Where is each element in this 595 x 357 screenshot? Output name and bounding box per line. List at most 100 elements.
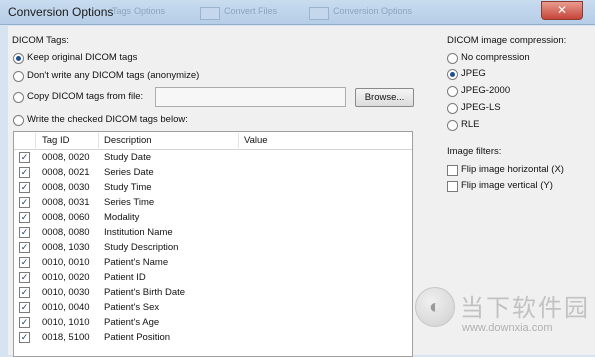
- radio-button[interactable]: [447, 86, 458, 97]
- close-icon: ✕: [556, 3, 568, 17]
- column-divider: [35, 133, 36, 148]
- checkbox-label[interactable]: Flip image vertical (Y): [461, 180, 553, 191]
- watermark: ◐ 当下软件园 www.downxia.com: [410, 282, 595, 355]
- background-menu-text: Conversion Options: [333, 6, 413, 16]
- window-title: Conversion Options: [8, 5, 114, 19]
- background-toolbar-icon: [309, 7, 329, 20]
- table-row[interactable]: ✓ 0008, 0031 Series Time: [14, 195, 412, 210]
- tag-id-cell: 0010, 0040: [42, 302, 90, 313]
- table-row[interactable]: ✓ 0008, 0020 Study Date: [14, 150, 412, 165]
- row-checkbox[interactable]: ✓: [19, 152, 30, 163]
- row-checkbox[interactable]: ✓: [19, 167, 30, 178]
- table-row[interactable]: ✓ 0008, 0021 Series Date: [14, 165, 412, 180]
- column-divider: [98, 133, 99, 148]
- watermark-site-name: 当下软件园: [460, 295, 590, 322]
- table-row[interactable]: ✓ 0008, 0060 Modality: [14, 210, 412, 225]
- row-checkbox[interactable]: ✓: [19, 212, 30, 223]
- table-row[interactable]: ✓ 0010, 0030 Patient's Birth Date: [14, 285, 412, 300]
- dicom-tags-table[interactable]: Tag ID Description Value ✓ 0008, 0020 Stud…: [13, 131, 413, 357]
- row-checkbox[interactable]: ✓: [19, 197, 30, 208]
- table-row[interactable]: ✓ 0010, 0020 Patient ID: [14, 270, 412, 285]
- description-cell: Modality: [104, 212, 140, 223]
- row-checkbox[interactable]: ✓: [19, 227, 30, 238]
- radio-label[interactable]: Don't write any DICOM tags (anonymize): [27, 70, 199, 81]
- copy-tags-file-input[interactable]: [155, 87, 346, 107]
- tag-id-cell: 0010, 0010: [42, 257, 90, 268]
- column-divider: [238, 133, 239, 148]
- radio-label[interactable]: RLE: [461, 119, 479, 130]
- table-row[interactable]: ✓ 0010, 0040 Patient's Sex: [14, 300, 412, 315]
- radio-label[interactable]: JPEG: [461, 68, 486, 79]
- row-checkbox[interactable]: ✓: [19, 317, 30, 328]
- tag-id-cell: 0008, 0060: [42, 212, 90, 223]
- row-checkbox[interactable]: ✓: [19, 302, 30, 313]
- radio-label[interactable]: Copy DICOM tags from file:: [27, 91, 143, 102]
- row-checkbox[interactable]: ✓: [19, 242, 30, 253]
- radio-button[interactable]: [447, 53, 458, 64]
- column-header-value[interactable]: Value: [244, 135, 268, 146]
- table-row[interactable]: ✓ 0008, 0030 Study Time: [14, 180, 412, 195]
- description-cell: Patient's Age: [104, 317, 160, 328]
- radio-label[interactable]: Write the checked DICOM tags below:: [27, 114, 188, 125]
- checkbox[interactable]: [447, 165, 458, 176]
- row-checkbox[interactable]: ✓: [19, 182, 30, 193]
- radio-button[interactable]: [13, 53, 24, 64]
- description-cell: Institution Name: [104, 227, 173, 238]
- tag-id-cell: 0008, 1030: [42, 242, 90, 253]
- description-cell: Series Date: [104, 167, 154, 178]
- checkbox-label[interactable]: Flip image horizontal (X): [461, 164, 564, 175]
- tag-id-cell: 0008, 0020: [42, 152, 90, 163]
- description-cell: Patient ID: [104, 272, 146, 283]
- tag-id-cell: 0018, 5100: [42, 332, 90, 343]
- row-checkbox[interactable]: ✓: [19, 257, 30, 268]
- row-checkbox[interactable]: ✓: [19, 287, 30, 298]
- table-row[interactable]: ✓ 0018, 5100 Patient Position: [14, 330, 412, 345]
- watermark-logo-icon: ◐: [415, 287, 455, 327]
- radio-label[interactable]: JPEG-LS: [461, 102, 501, 113]
- checkbox[interactable]: [447, 181, 458, 192]
- table-row[interactable]: ✓ 0010, 1010 Patient's Age: [14, 315, 412, 330]
- row-checkbox[interactable]: ✓: [19, 332, 30, 343]
- radio-button[interactable]: [447, 69, 458, 80]
- radio-label[interactable]: No compression: [461, 52, 530, 63]
- tag-id-cell: 0008, 0031: [42, 197, 90, 208]
- compression-label: DICOM image compression:: [447, 35, 567, 46]
- tag-id-cell: 0008, 0021: [42, 167, 90, 178]
- radio-button[interactable]: [13, 71, 24, 82]
- column-header-description[interactable]: Description: [104, 135, 152, 146]
- radio-button[interactable]: [447, 120, 458, 131]
- radio-label[interactable]: Keep original DICOM tags: [27, 52, 137, 63]
- browse-button[interactable]: Browse...: [355, 88, 414, 107]
- table-row[interactable]: ✓ 0010, 0010 Patient's Name: [14, 255, 412, 270]
- radio-button[interactable]: [447, 103, 458, 114]
- description-cell: Patient Position: [104, 332, 171, 343]
- tag-id-cell: 0010, 0030: [42, 287, 90, 298]
- background-menu-text: Convert Files: [224, 6, 278, 16]
- description-cell: Study Description: [104, 242, 179, 253]
- radio-button[interactable]: [13, 115, 24, 126]
- close-button[interactable]: ✕: [541, 1, 583, 20]
- table-header: Tag ID Description Value: [14, 132, 412, 150]
- description-cell: Patient's Name: [104, 257, 169, 268]
- title-bar: Conversion Options Tags Options Convert …: [0, 0, 595, 25]
- table-row[interactable]: ✓ 0008, 1030 Study Description: [14, 240, 412, 255]
- table-row[interactable]: ✓ 0008, 0080 Institution Name: [14, 225, 412, 240]
- background-menu-text: Options: [134, 6, 166, 16]
- tag-id-cell: 0008, 0030: [42, 182, 90, 193]
- description-cell: Patient's Birth Date: [104, 287, 186, 298]
- radio-label[interactable]: JPEG-2000: [461, 85, 510, 96]
- tag-id-cell: 0008, 0080: [42, 227, 90, 238]
- radio-button[interactable]: [13, 92, 24, 103]
- dicom-tags-label: DICOM Tags:: [12, 35, 69, 46]
- description-cell: Study Time: [104, 182, 152, 193]
- row-checkbox[interactable]: ✓: [19, 272, 30, 283]
- background-menu-text: Tags: [112, 6, 132, 16]
- image-filters-label: Image filters:: [447, 146, 502, 157]
- description-cell: Series Time: [104, 197, 155, 208]
- description-cell: Study Date: [104, 152, 151, 163]
- tag-id-cell: 0010, 1010: [42, 317, 90, 328]
- background-toolbar-icon: [200, 7, 220, 20]
- column-header-tag-id[interactable]: Tag ID: [42, 135, 69, 146]
- watermark-url: www.downxia.com: [462, 322, 553, 334]
- tag-id-cell: 0010, 0020: [42, 272, 90, 283]
